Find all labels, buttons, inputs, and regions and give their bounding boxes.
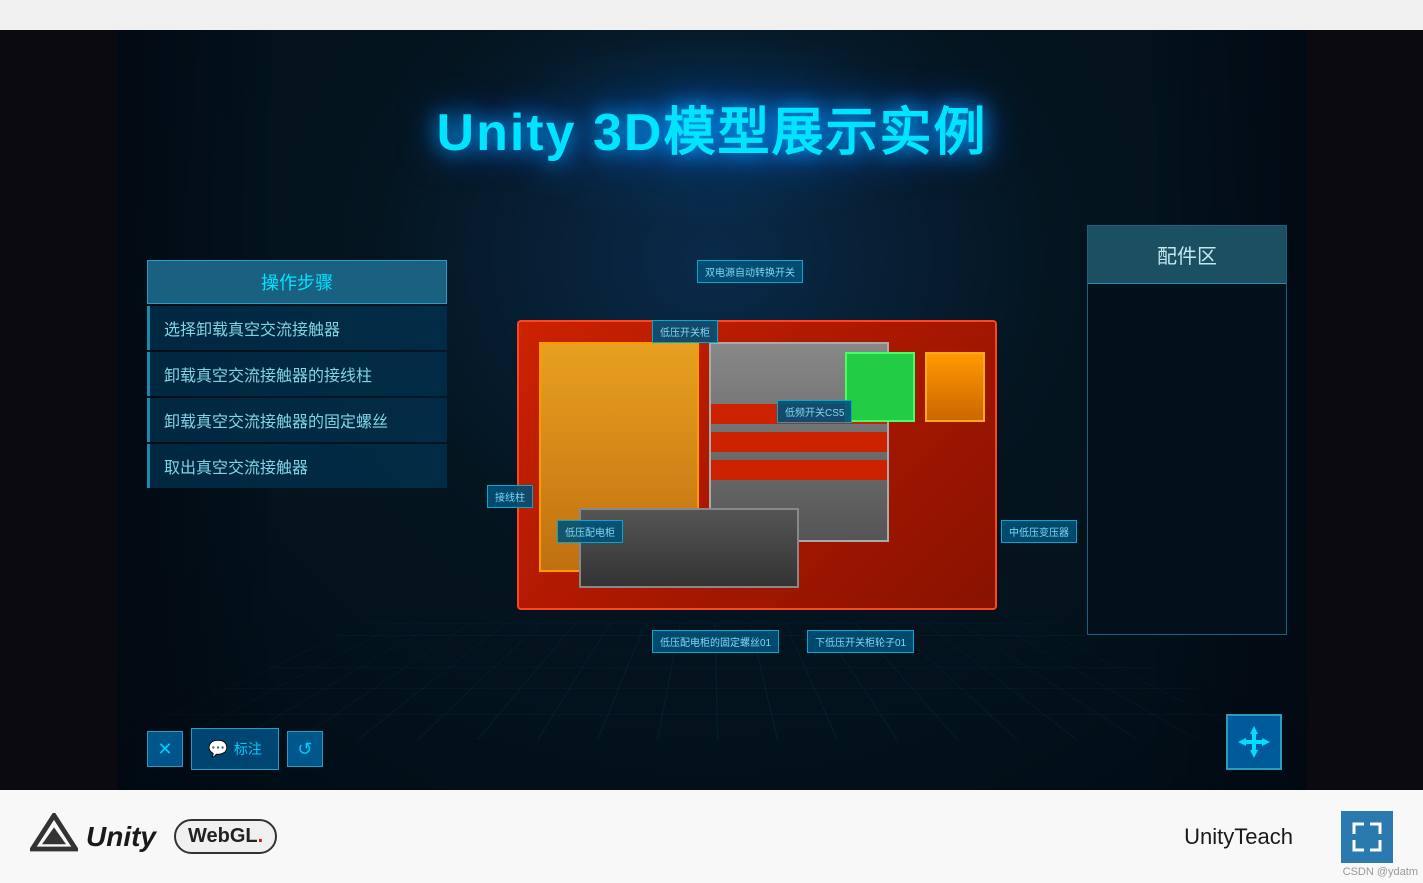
webgl-badge: WebGL. (174, 819, 277, 854)
annotate-icon: 💬 (208, 739, 228, 759)
unity-canvas: Unity 3D模型展示实例 操作步骤 选择卸载真空交流接触器 卸载真空交流接触… (117, 30, 1307, 790)
move-arrows-icon (1236, 724, 1272, 760)
close-button[interactable]: ✕ (147, 731, 183, 767)
machine-body (517, 320, 997, 610)
cabinet-main (517, 320, 997, 610)
machine-label-5: 中低压变压器 (1001, 520, 1077, 543)
refresh-icon: ↺ (297, 739, 312, 760)
operation-step-2: 卸载真空交流接触器的接线柱 (147, 352, 447, 396)
webgl-text: WebGL (188, 825, 258, 847)
operation-step-3: 卸载真空交流接触器的固定螺丝 (147, 398, 447, 442)
unity-logo-area: Unity WebGL. (30, 813, 277, 861)
csdn-watermark: CSDN @ydatm (1343, 866, 1418, 878)
operations-panel: 操作步骤 选择卸载真空交流接触器 卸载真空交流接触器的接线柱 卸载真空交流接触器… (147, 260, 447, 488)
refresh-button[interactable]: ↺ (287, 731, 323, 767)
expand-button[interactable] (1341, 811, 1393, 863)
parts-header: 配件区 (1088, 226, 1286, 284)
page-title: Unity 3D模型展示实例 (117, 90, 1307, 165)
green-block (845, 352, 915, 422)
bottom-toolbar: ✕ 💬 标注 ↺ (147, 728, 323, 770)
operation-step-1: 选择卸载真空交流接触器 (147, 306, 447, 350)
machine-model: 双电源自动转换开关 低压开关柜 低频开关CS5 低压配电柜 中低压变压器 接线柱… (497, 290, 1017, 660)
operations-header: 操作步骤 (147, 260, 447, 304)
cabinet-bottom (579, 508, 799, 588)
machine-label-8: 下低压开关柜轮子01 (807, 630, 914, 653)
operation-step-4: 取出真空交流接触器 (147, 444, 447, 488)
close-icon: ✕ (157, 739, 172, 760)
unity-teach-label: UnityTeach (1184, 824, 1293, 850)
bottom-bar: Unity WebGL. UnityTeach CSDN @ydatm (0, 790, 1423, 883)
red-stripe-3 (711, 460, 887, 480)
move-button[interactable] (1226, 714, 1282, 770)
top-bar (0, 0, 1423, 30)
parts-content (1088, 284, 1286, 634)
unity-brand-text: Unity (86, 821, 156, 853)
parts-panel: 配件区 (1087, 225, 1287, 635)
machine-label-7: 低压配电柜的固定螺丝01 (652, 630, 779, 653)
red-stripe-2 (711, 432, 887, 452)
orange-block (925, 352, 985, 422)
webgl-dot: . (258, 825, 264, 847)
expand-icon (1352, 822, 1382, 852)
annotate-button[interactable]: 💬 标注 (191, 728, 279, 770)
unity-logo-icon (30, 813, 78, 861)
annotate-label: 标注 (234, 739, 262, 759)
machine-label-1: 双电源自动转换开关 (697, 260, 803, 283)
